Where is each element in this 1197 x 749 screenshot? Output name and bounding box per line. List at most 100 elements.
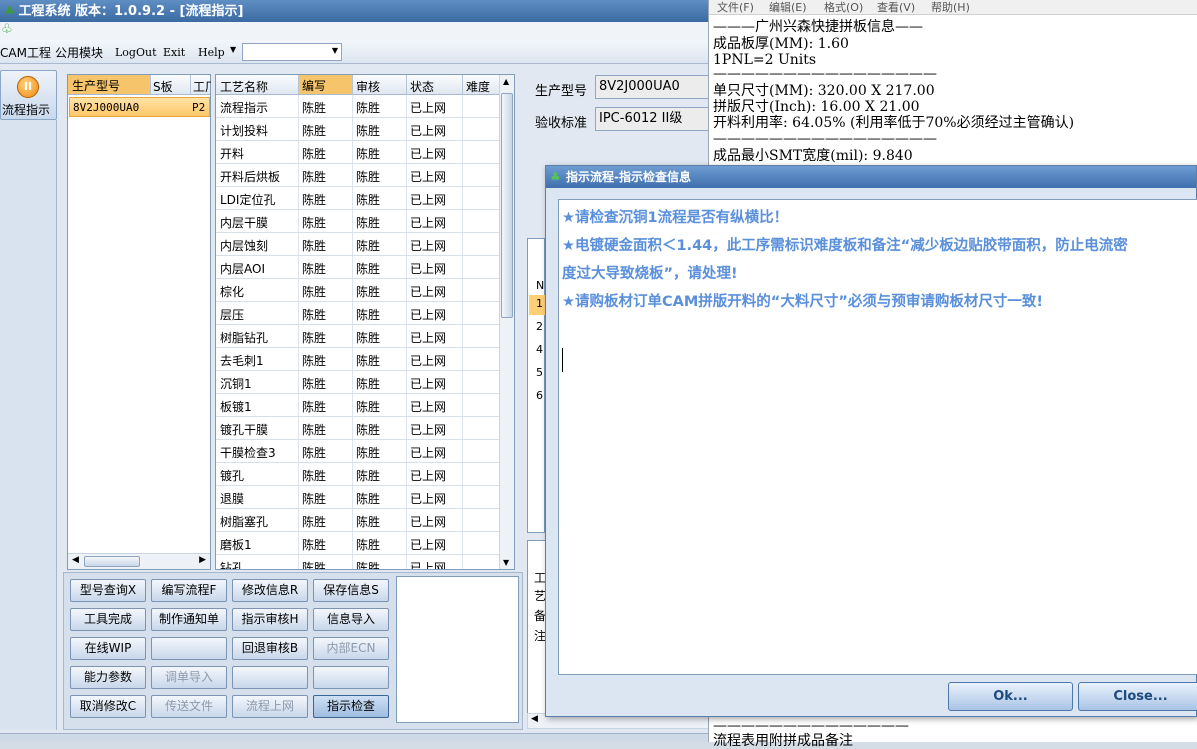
notepad-menu-help[interactable]: 帮助(H) (931, 0, 970, 15)
cell-status: 已上网 (410, 262, 447, 276)
table-row[interactable]: 镀孔 陈胜 陈胜 已上网 (216, 463, 500, 486)
table-row[interactable]: 8V2J000UA0 P2 (69, 97, 210, 117)
notepad-menu-file[interactable]: 文件(F) (717, 0, 754, 15)
col-reviewer[interactable]: 审核 (356, 78, 380, 95)
standard-field[interactable]: IPC-6012 II级 (595, 107, 710, 131)
help-dropdown-icon[interactable]: ▼ (230, 45, 236, 54)
tool-done-button[interactable]: 工具完成 (70, 608, 146, 631)
notepad-line[interactable]: 开料利用率: 64.05% (利用率低于70%必须经过主管确认) (713, 115, 1074, 131)
col-model[interactable]: 生产型号 (68, 75, 150, 94)
table-row[interactable]: 棕化 陈胜 陈胜 已上网 (216, 279, 500, 302)
cell-writer: 陈胜 (302, 239, 327, 253)
table-row[interactable]: 沉铜1 陈胜 陈胜 已上网 (216, 371, 500, 394)
capability-params-button[interactable]: 能力参数 (70, 666, 146, 689)
notepad-line[interactable]: 拼版尺寸(Inch): 16.00 X 21.00 (713, 99, 920, 115)
make-notice-button[interactable]: 制作通知单 (151, 608, 227, 631)
cell-process-name: 退膜 (220, 492, 245, 506)
blank-button[interactable] (313, 666, 389, 689)
menu-common[interactable]: 公用模块 (55, 44, 103, 61)
scroll-down-icon[interactable]: ▼ (503, 558, 509, 567)
notepad-line[interactable]: 成品板厚(MM): 1.60 (713, 36, 849, 52)
write-flow-button[interactable]: 编写流程F (151, 579, 227, 602)
menu-help[interactable]: Help (198, 46, 225, 59)
table-row[interactable]: 退膜 陈胜 陈胜 已上网 (216, 486, 500, 509)
menu-exit[interactable]: Exit (163, 46, 185, 59)
blank-button[interactable] (151, 637, 227, 660)
table-row[interactable]: 计划投料 陈胜 陈胜 已上网 (216, 118, 500, 141)
notepad-menu-format[interactable]: 格式(O) (824, 0, 863, 15)
table-row[interactable]: 树脂钻孔 陈胜 陈胜 已上网 (216, 325, 500, 348)
col-difficulty[interactable]: 难度 (466, 78, 490, 95)
scroll-thumb[interactable] (501, 93, 513, 318)
modify-info-button[interactable]: 修改信息R (232, 579, 308, 602)
import-info-button[interactable]: 信息导入 (313, 608, 389, 631)
vertical-scrollbar[interactable]: ▲ ▼ (499, 75, 514, 569)
col-status[interactable]: 状态 (410, 78, 434, 95)
note-box[interactable] (396, 576, 519, 723)
scroll-left-icon[interactable]: ◀ (531, 714, 538, 724)
row-label: 6 (536, 389, 543, 402)
ok-button[interactable]: Ok... (948, 682, 1073, 711)
table-row[interactable]: 流程指示 陈胜 陈胜 已上网 (216, 95, 500, 118)
blank-button[interactable] (232, 666, 308, 689)
notepad-line[interactable]: 成品最小SMT宽度(mil): 9.840 (713, 148, 913, 164)
dialog-message-area[interactable]: ★请检查沉铜1流程是否有纵横比！ ★电镀硬金面积＜1.44，此工序需标识难度板和… (558, 199, 1197, 675)
col-writer[interactable]: 编写 (299, 75, 352, 94)
table-row[interactable]: 内层干膜 陈胜 陈胜 已上网 (216, 210, 500, 233)
table-row[interactable]: LDI定位孔 陈胜 陈胜 已上网 (216, 187, 500, 210)
notepad-menu-edit[interactable]: 编辑(E) (769, 0, 807, 15)
save-info-button[interactable]: 保存信息S (313, 579, 389, 602)
cell-process-name: 去毛刺1 (220, 354, 264, 368)
table-row[interactable]: 层压 陈胜 陈胜 已上网 (216, 302, 500, 325)
rollback-review-button[interactable]: 回退审核B (232, 637, 308, 660)
col-sboard[interactable]: S板 (153, 78, 173, 95)
table-row[interactable]: 磨板1 陈胜 陈胜 已上网 (216, 532, 500, 555)
table-row[interactable]: 钻孔 陈胜 陈胜 已上网 (216, 555, 500, 569)
notepad-line[interactable]: ———————————————— (713, 66, 937, 82)
nav-flow-indicator[interactable]: ⅠⅠ 流程指示 (0, 70, 57, 120)
table-row[interactable]: 干膜检查3 陈胜 陈胜 已上网 (216, 440, 500, 463)
cancel-modify-button[interactable]: 取消修改C (70, 695, 146, 718)
notepad-line[interactable]: ———广州兴森快捷拼板信息—— (713, 19, 923, 35)
notepad-line[interactable]: ———————————————— (713, 131, 937, 147)
table-row[interactable]: 内层蚀刻 陈胜 陈胜 已上网 (216, 233, 500, 256)
scroll-left-icon[interactable]: ◀ (72, 555, 79, 565)
horizontal-scrollbar[interactable]: ◀ ▶ (68, 553, 210, 569)
col-process-name[interactable]: 工艺名称 (220, 78, 268, 95)
table-row[interactable]: 去毛刺1 陈胜 陈胜 已上网 (216, 348, 500, 371)
col-factory[interactable]: 工厂 (193, 78, 211, 95)
table-row[interactable]: 镀孔干膜 陈胜 陈胜 已上网 (216, 417, 500, 440)
online-wip-button[interactable]: 在线WIP (70, 637, 146, 660)
menu-logout[interactable]: LogOut (115, 46, 157, 59)
send-file-button[interactable]: 传送文件 (151, 695, 227, 718)
notepad-line[interactable]: 单只尺寸(MM): 320.00 X 217.00 (713, 83, 935, 99)
model-query-button[interactable]: 型号查询X (70, 579, 146, 602)
leaf-icon[interactable]: ♧ (1, 22, 13, 37)
menu-cam[interactable]: CAM工程 (0, 44, 51, 61)
order-import-button[interactable]: 调单导入 (151, 666, 227, 689)
scroll-thumb[interactable] (84, 556, 140, 567)
internal-ecn-button[interactable]: 内部ECN (313, 637, 389, 660)
table-row[interactable]: 开料 陈胜 陈胜 已上网 (216, 141, 500, 164)
close-button[interactable]: Close... (1078, 682, 1197, 711)
cell-status: 已上网 (410, 285, 447, 299)
table-row[interactable]: 树脂塞孔 陈胜 陈胜 已上网 (216, 509, 500, 532)
flow-online-button[interactable]: 流程上网 (232, 695, 308, 718)
review-indicator-button[interactable]: 指示审核H (232, 608, 308, 631)
notepad-line[interactable]: —————————————— (713, 718, 909, 734)
indicator-check-button[interactable]: 指示检查 (313, 695, 389, 718)
notepad-menu-view[interactable]: 查看(V) (877, 0, 915, 15)
table-row[interactable]: 内层AOI 陈胜 陈胜 已上网 (216, 256, 500, 279)
notepad-line[interactable]: 流程表用附拼成品备注 (713, 733, 853, 749)
scroll-up-icon[interactable]: ▲ (503, 77, 509, 86)
cell-process-name: 计划投料 (220, 124, 269, 138)
cell-writer: 陈胜 (302, 147, 327, 161)
model-field[interactable]: 8V2J000UA0 (595, 75, 710, 99)
menu-combo[interactable]: ▼ (242, 43, 342, 61)
model-list: 生产型号 S板 工厂 8V2J000UA0 P2 ◀ ▶ (67, 74, 211, 570)
cell-status: 已上网 (410, 538, 447, 552)
dialog-title-bar[interactable]: ♣ 指示流程-指示检查信息 (546, 166, 1196, 188)
table-row[interactable]: 开料后烘板 陈胜 陈胜 已上网 (216, 164, 500, 187)
table-row[interactable]: 板镀1 陈胜 陈胜 已上网 (216, 394, 500, 417)
scroll-right-icon[interactable]: ▶ (199, 555, 206, 565)
